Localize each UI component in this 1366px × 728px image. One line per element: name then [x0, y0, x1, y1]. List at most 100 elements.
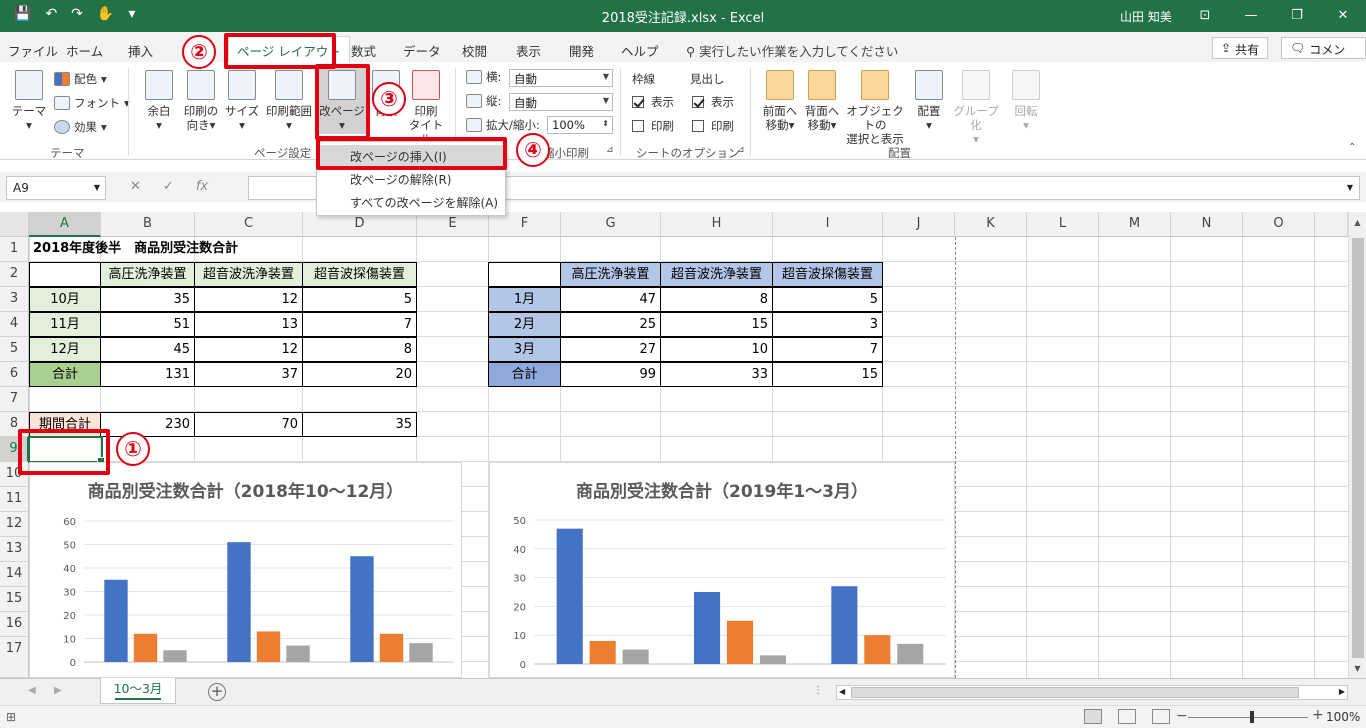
period-total-label-cell[interactable]: 期間合計 — [29, 412, 101, 437]
table-cell[interactable]: 47 — [560, 287, 661, 312]
total-cell[interactable]: 20 — [302, 362, 417, 387]
column-header-g[interactable]: G — [561, 212, 661, 237]
table-cell[interactable]: 13 — [194, 312, 303, 337]
row-label-cell[interactable]: 12月 — [29, 337, 101, 362]
chevron-down-icon[interactable]: ▼ — [94, 183, 100, 192]
row-header-15[interactable]: 15 — [0, 587, 29, 612]
table-cell[interactable]: 5 — [302, 287, 417, 312]
macro-record-icon[interactable]: ⊞ — [6, 710, 16, 724]
tab-next-icon[interactable]: ▶ — [54, 685, 62, 696]
selection-pane-button[interactable]: オブジェクトの 選択と表示 — [842, 70, 908, 146]
column-header-i[interactable]: I — [773, 212, 883, 237]
column-header-partial[interactable] — [1315, 212, 1348, 237]
table-header-cell[interactable]: 超音波洗浄装置 — [660, 262, 773, 287]
tab-view[interactable]: 表示 — [516, 41, 541, 60]
tab-file[interactable]: ファイル — [8, 41, 58, 60]
period-total-cell[interactable]: 230 — [100, 412, 195, 437]
close-icon[interactable]: ✕ — [1320, 0, 1366, 32]
table-cell[interactable]: 15 — [660, 312, 773, 337]
scale-input[interactable]: 100% ⬍ — [547, 116, 613, 134]
chart-2019[interactable]: 商品別受注数合計（2019年1～3月） 0 10 20 30 40 50 — [489, 462, 955, 678]
insert-function-icon[interactable]: fx — [196, 179, 208, 194]
row-header-12[interactable]: 12 — [0, 512, 29, 537]
zoom-level[interactable]: 100% — [1326, 710, 1360, 724]
spinner-icon[interactable]: ⬍ — [602, 119, 609, 128]
row-label-cell[interactable]: 11月 — [29, 312, 101, 337]
user-name[interactable]: 山田 知美 — [1120, 8, 1172, 25]
column-header-j[interactable]: J — [883, 212, 955, 237]
column-header-l[interactable]: L — [1027, 212, 1099, 237]
scroll-left-icon[interactable]: ◀ — [839, 687, 845, 696]
add-sheet-icon[interactable]: + — [208, 683, 226, 701]
page-break-preview-icon[interactable] — [1152, 709, 1170, 724]
ribbon-display-options-icon[interactable]: ⊡ — [1182, 0, 1228, 32]
page-layout-view-icon[interactable] — [1118, 709, 1136, 724]
row-header-3[interactable]: 3 — [0, 287, 29, 312]
column-header-c[interactable]: C — [195, 212, 303, 237]
total-label-cell[interactable]: 合計 — [488, 362, 561, 387]
expand-formula-bar-icon[interactable]: ▼ — [1347, 183, 1353, 192]
active-cell-a9[interactable] — [28, 436, 105, 465]
table-header-cell[interactable]: 超音波探傷装置 — [302, 262, 417, 287]
tab-page-layout[interactable]: ページ レイアウト — [228, 36, 350, 62]
row-header-9[interactable]: 9 — [0, 437, 29, 462]
minimize-icon[interactable]: — — [1228, 0, 1274, 32]
column-header-o[interactable]: O — [1243, 212, 1315, 237]
period-total-cell[interactable]: 70 — [194, 412, 303, 437]
tab-review[interactable]: 校閲 — [462, 41, 487, 60]
enter-icon[interactable]: ✓ — [163, 179, 174, 194]
row-header-1[interactable]: 1 — [0, 237, 29, 262]
headings-print-checkbox[interactable]: 印刷 — [692, 119, 734, 133]
tab-developer[interactable]: 開発 — [569, 41, 594, 60]
total-label-cell[interactable]: 合計 — [29, 362, 101, 387]
table-cell[interactable]: 27 — [560, 337, 661, 362]
table-cell[interactable]: 45 — [100, 337, 195, 362]
zoom-out-icon[interactable]: − — [1176, 708, 1188, 724]
column-header-k[interactable]: K — [955, 212, 1027, 237]
zoom-slider[interactable] — [1188, 711, 1308, 723]
select-all-button[interactable] — [0, 212, 29, 237]
headings-view-checkbox[interactable]: 表示 — [692, 95, 734, 109]
tab-insert[interactable]: 挿入 — [128, 41, 153, 60]
total-cell[interactable]: 37 — [194, 362, 303, 387]
row-header-2[interactable]: 2 — [0, 262, 29, 287]
scale-launcher-icon[interactable]: ⊿ — [606, 145, 614, 155]
table-header-cell[interactable]: 高圧洗浄装置 — [100, 262, 195, 287]
table-cell[interactable]: 8 — [302, 337, 417, 362]
row-header-11[interactable]: 11 — [0, 487, 29, 512]
column-header-b[interactable]: B — [101, 212, 195, 237]
bring-forward-button[interactable]: 前面へ 移動▾ — [760, 70, 800, 132]
collapse-ribbon-icon[interactable]: ⌃ — [1348, 142, 1356, 153]
horizontal-scrollbar[interactable]: ◀ ▶ — [836, 685, 1348, 700]
fonts-button[interactable]: フォント ▾ — [54, 96, 130, 110]
print-titles-button[interactable]: 印刷 タイトル — [404, 70, 448, 146]
table-header-cell[interactable]: 超音波探傷装置 — [772, 262, 883, 287]
period-total-cell[interactable]: 35 — [302, 412, 417, 437]
row-header-7[interactable]: 7 — [0, 387, 29, 412]
vertical-scrollbar[interactable]: ▲ ▼ — [1348, 212, 1366, 678]
comment-button[interactable]: 🗨コメント — [1281, 37, 1366, 74]
table-cell[interactable]: 8 — [660, 287, 773, 312]
width-select[interactable]: 自動 ▼ — [509, 69, 613, 87]
gridlines-print-checkbox[interactable]: 印刷 — [632, 119, 674, 133]
table-cell[interactable]: 7 — [302, 312, 417, 337]
table-corner-cell[interactable] — [488, 262, 561, 287]
total-cell[interactable]: 99 — [560, 362, 661, 387]
name-box[interactable]: A9 ▼ — [6, 176, 106, 200]
chart-2018[interactable]: 商品別受注数合計（2018年10～12月） 0 10 20 30 40 50 60 — [29, 462, 462, 678]
row-header-6[interactable]: 6 — [0, 362, 29, 387]
send-backward-button[interactable]: 背面へ 移動▾ — [802, 70, 842, 132]
row-header-5[interactable]: 5 — [0, 337, 29, 362]
table-header-cell[interactable]: 高圧洗浄装置 — [560, 262, 661, 287]
scrollbar-thumb[interactable] — [1352, 238, 1364, 658]
table-cell[interactable]: 51 — [100, 312, 195, 337]
row-label-cell[interactable]: 2月 — [488, 312, 561, 337]
scroll-up-icon[interactable]: ▲ — [1349, 218, 1366, 227]
colors-button[interactable]: 配色 ▾ — [54, 72, 107, 86]
rotate-button[interactable]: 回転 ▾ — [1008, 70, 1044, 132]
print-area-button[interactable]: 印刷範囲 ▾ — [263, 70, 315, 132]
table-cell[interactable]: 12 — [194, 287, 303, 312]
tab-split-handle-icon[interactable]: ⋮ — [813, 685, 823, 696]
table-cell[interactable]: 7 — [772, 337, 883, 362]
row-header-4[interactable]: 4 — [0, 312, 29, 337]
